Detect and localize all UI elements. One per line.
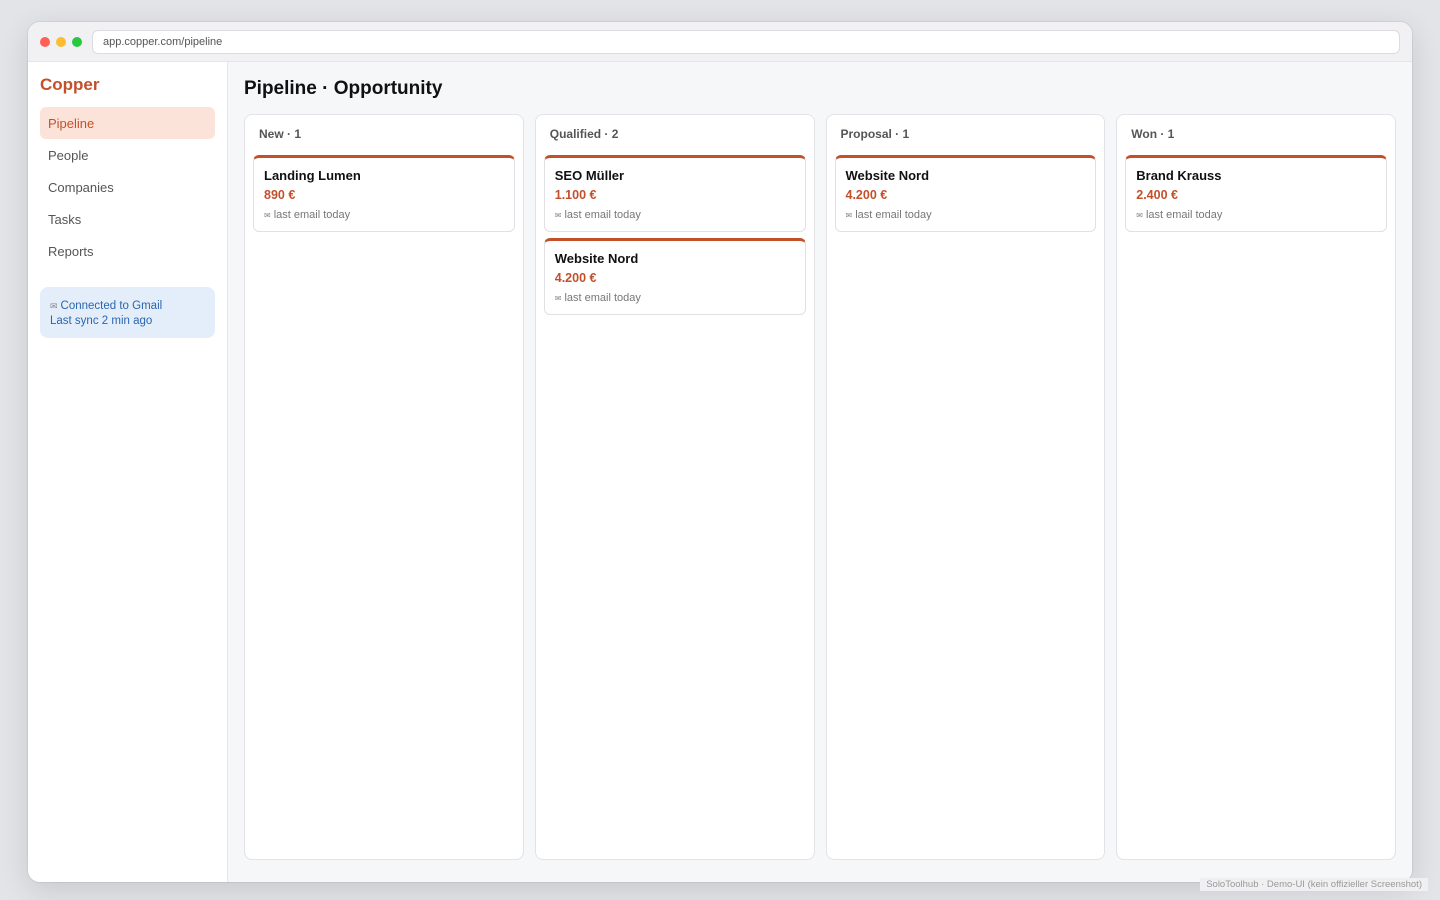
card-title: SEO Müller (554, 168, 625, 183)
browser-titlebar: app.copper.com/pipeline (28, 22, 1412, 62)
demo-disclaimer: SoloToolhub · Demo-UI (kein offizieller … (1200, 878, 1428, 891)
card-meta: ✉ last email today (846, 208, 1086, 222)
opportunity-card[interactable]: SEO Müller 1.100 € ✉ last email today (543, 155, 806, 232)
browser-window: app.copper.com/pipeline Copper Pipeline … (28, 22, 1412, 882)
card-amount: 4.200 € (554, 271, 597, 285)
sidebar-nav: Pipeline People Companies Tasks Reports (40, 107, 215, 267)
sidebar-item-label: Companies (48, 179, 114, 195)
sidebar-item-pipeline[interactable]: Pipeline (40, 107, 215, 139)
mail-icon: ✉ (1136, 210, 1143, 220)
column-header: Won · 1 (1131, 127, 1175, 141)
card-amount: 890 € (264, 188, 296, 202)
sidebar-item-tasks[interactable]: Tasks (40, 203, 215, 235)
brand-logo[interactable]: Copper (40, 75, 215, 95)
card-meta-text: last email today (564, 292, 641, 304)
gmail-status-text: Connected to Gmail (60, 300, 163, 312)
window-controls (40, 36, 92, 47)
address-bar[interactable]: app.copper.com/pipeline (92, 29, 1400, 54)
column-header: Proposal · 1 (840, 127, 910, 141)
gmail-status-box: ✉ Connected to Gmail Last sync 2 min ago (40, 287, 215, 338)
opportunity-card[interactable]: Website Nord 4.200 € ✉ last email today (834, 155, 1097, 232)
sidebar-item-people[interactable]: People (40, 139, 215, 171)
card-title: Website Nord (845, 168, 930, 183)
sidebar-item-companies[interactable]: Companies (40, 171, 215, 203)
mail-icon: ✉ (264, 210, 271, 220)
mail-icon: ✉ (50, 301, 58, 311)
mail-icon: ✉ (845, 210, 853, 220)
opportunity-card[interactable]: Landing Lumen 890 € ✉ last email today (253, 155, 515, 232)
card-meta: ✉ last email today (555, 291, 795, 305)
card-amount: 1.100 € (554, 188, 597, 202)
gmail-sync-text: Last sync 2 min ago (50, 315, 153, 327)
mail-icon: ✉ (554, 210, 562, 220)
card-meta: ✉ last email today (264, 208, 504, 222)
sidebar-item-reports[interactable]: Reports (40, 235, 215, 267)
opportunity-card[interactable]: Brand Krauss 2.400 € ✉ last email today (1125, 155, 1387, 232)
sidebar-item-label: Pipeline (48, 115, 95, 131)
card-meta-text: last email today (1145, 209, 1223, 221)
card-title: Website Nord (554, 251, 639, 266)
pipeline-column-qualified: Qualified · 2 SEO Müller 1.100 € ✉ last e… (534, 114, 815, 860)
sidebar-item-label: Tasks (48, 211, 82, 227)
card-meta-text: last email today (855, 209, 932, 221)
card-amount: 4.200 € (845, 188, 888, 202)
main-content: Pipeline · Opportunity New · 1 Landing L… (228, 62, 1412, 882)
card-title: Landing Lumen (264, 168, 361, 183)
maximize-window-button[interactable] (72, 36, 82, 47)
pipeline-column-new: New · 1 Landing Lumen 890 € ✉ last email … (244, 114, 524, 860)
pipeline-column-proposal: Proposal · 1 Website Nord 4.200 € ✉ last … (825, 114, 1106, 860)
pipeline-column-won: Won · 1 Brand Krauss 2.400 € ✉ last email… (1116, 114, 1396, 860)
page-title: Pipeline · Opportunity (244, 78, 443, 99)
minimize-window-button[interactable] (56, 36, 66, 47)
card-meta: ✉ last email today (555, 208, 795, 222)
card-title: Brand Krauss (1136, 168, 1222, 183)
card-meta-text: last email today (564, 209, 641, 221)
card-amount: 2.400 € (1136, 188, 1178, 202)
app-body: Copper Pipeline People Companies Tasks R… (28, 62, 1412, 882)
address-bar-url: app.copper.com/pipeline (103, 35, 223, 48)
column-header: New · 1 (259, 127, 302, 141)
card-meta-text: last email today (273, 209, 351, 221)
sidebar: Copper Pipeline People Companies Tasks R… (28, 62, 228, 882)
column-header: Qualified · 2 (549, 127, 619, 141)
sidebar-item-label: Reports (48, 243, 94, 259)
sidebar-item-label: People (48, 147, 89, 163)
close-window-button[interactable] (40, 36, 50, 47)
mail-icon: ✉ (554, 293, 562, 303)
pipeline-board: New · 1 Landing Lumen 890 € ✉ last email … (244, 114, 1396, 860)
opportunity-card[interactable]: Website Nord 4.200 € ✉ last email today (543, 238, 806, 315)
card-meta: ✉ last email today (1136, 208, 1376, 222)
